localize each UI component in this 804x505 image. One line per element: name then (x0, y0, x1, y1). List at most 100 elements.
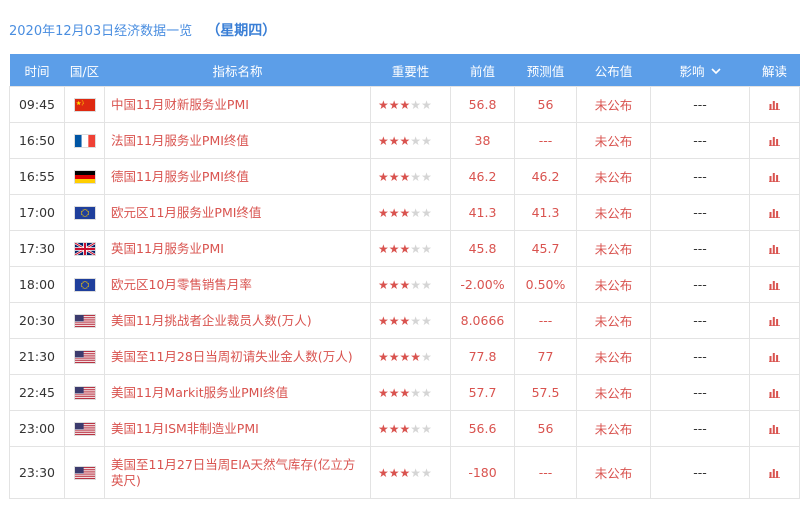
star-empty-icon: ★ (410, 205, 422, 220)
us-flag-icon (73, 466, 96, 481)
bar-chart-icon[interactable] (768, 386, 781, 401)
bar-chart-icon[interactable] (768, 170, 781, 185)
star-empty-icon: ★ (421, 241, 432, 256)
bar-chart-icon[interactable] (768, 278, 781, 293)
cell-influence: --- (650, 122, 750, 159)
cell-previous: -180 (450, 446, 515, 499)
star-empty-icon: ★ (410, 133, 422, 148)
star-filled-icon: ★ (388, 241, 400, 256)
cell-analysis[interactable] (749, 374, 800, 411)
cell-indicator-link[interactable]: 英国11月服务业PMI (104, 230, 371, 267)
cell-influence: --- (650, 86, 750, 123)
col-header-previous: 前值 (450, 54, 515, 87)
cell-forecast: 56 (514, 86, 577, 123)
cell-indicator-link[interactable]: 美国至11月28日当周初请失业金人数(万人) (104, 338, 371, 375)
de-flag-icon (73, 170, 96, 185)
cell-analysis[interactable] (749, 446, 800, 499)
bar-chart-icon[interactable] (768, 350, 781, 365)
cell-time: 09:45 (9, 86, 65, 123)
us-flag-icon (73, 350, 96, 365)
cell-analysis[interactable] (749, 194, 800, 231)
cell-forecast: 0.50% (514, 266, 577, 303)
star-filled-icon: ★ (399, 421, 411, 436)
bar-chart-icon[interactable] (768, 98, 781, 113)
bar-chart-icon[interactable] (768, 314, 781, 329)
cell-time: 20:30 (9, 302, 65, 339)
cell-importance-stars: ★★★★★ (370, 302, 451, 339)
star-empty-icon: ★ (421, 421, 432, 436)
star-filled-icon: ★ (378, 97, 389, 112)
star-filled-icon: ★ (378, 313, 389, 328)
chevron-down-icon[interactable] (710, 67, 721, 78)
cell-forecast: --- (514, 122, 577, 159)
star-empty-icon: ★ (421, 465, 432, 480)
cell-analysis[interactable] (749, 122, 800, 159)
cell-indicator-link[interactable]: 美国11月Markit服务业PMI终值 (104, 374, 371, 411)
star-filled-icon: ★ (388, 133, 400, 148)
eu-flag-icon (73, 278, 96, 293)
cell-analysis[interactable] (749, 158, 800, 195)
cell-time: 22:45 (9, 374, 65, 411)
cell-influence: --- (650, 338, 750, 375)
star-empty-icon: ★ (421, 169, 432, 184)
cell-analysis[interactable] (749, 230, 800, 267)
cell-indicator-link[interactable]: 美国至11月27日当周EIA天然气库存(亿立方英尺) (104, 446, 371, 499)
cell-indicator-link[interactable]: 欧元区11月服务业PMI终值 (104, 194, 371, 231)
cell-influence: --- (650, 374, 750, 411)
cell-analysis[interactable] (749, 410, 800, 447)
table-row: 20:30 美国11月挑战者企业裁员人数(万人) ★★★★★ 8.0666 --- 未公布… (9, 302, 800, 339)
bar-chart-icon[interactable] (768, 466, 781, 481)
cell-indicator-link[interactable]: 美国11月ISM非制造业PMI (104, 410, 371, 447)
cell-indicator-link[interactable]: 美国11月挑战者企业裁员人数(万人) (104, 302, 371, 339)
cell-forecast: 57.5 (514, 374, 577, 411)
cell-time: 18:00 (9, 266, 65, 303)
table-row: 16:55 德国11月服务业PMI终值 ★★★★★ 46.2 46.2 未公布 --- (9, 158, 800, 195)
star-filled-icon: ★ (388, 349, 400, 364)
star-empty-icon: ★ (410, 277, 422, 292)
table-row: 23:30 美国至11月27日当周EIA天然气库存(亿立方英尺) ★★★★★ -180… (9, 446, 800, 499)
cell-region (64, 266, 105, 303)
bar-chart-icon[interactable] (768, 206, 781, 221)
table-body: 09:45 中国11月财新服务业PMI ★★★★★ 56.8 56 未公布 --- 16:50… (9, 86, 800, 499)
cell-analysis[interactable] (749, 302, 800, 339)
cell-region (64, 230, 105, 267)
cell-region (64, 446, 105, 499)
star-filled-icon: ★ (399, 205, 411, 220)
star-filled-icon: ★ (388, 205, 400, 220)
cell-time: 16:55 (9, 158, 65, 195)
cell-influence: --- (650, 446, 750, 499)
cell-previous: 8.0666 (450, 302, 515, 339)
calendar-weekday: （星期四） (206, 23, 277, 39)
star-filled-icon: ★ (378, 277, 389, 292)
cell-indicator-link[interactable]: 欧元区10月零售销售月率 (104, 266, 371, 303)
bar-chart-icon[interactable] (768, 134, 781, 149)
star-filled-icon: ★ (388, 385, 400, 400)
table-row: 09:45 中国11月财新服务业PMI ★★★★★ 56.8 56 未公布 --- (9, 86, 800, 123)
table-row: 21:30 美国至11月28日当周初请失业金人数(万人) ★★★★★ 77.8 77 未公… (9, 338, 800, 375)
cell-actual: 未公布 (576, 266, 651, 303)
star-filled-icon: ★ (399, 97, 411, 112)
cell-forecast: 46.2 (514, 158, 577, 195)
star-filled-icon: ★ (399, 313, 411, 328)
bar-chart-icon[interactable] (768, 242, 781, 257)
table-header-row: 时间 国/区 指标名称 重要性 前值 预测值 公布值 影响 解读 (9, 54, 800, 87)
cell-indicator-link[interactable]: 德国11月服务业PMI终值 (104, 158, 371, 195)
bar-chart-icon[interactable] (768, 422, 781, 437)
cell-importance-stars: ★★★★★ (370, 446, 451, 499)
cell-analysis[interactable] (749, 338, 800, 375)
cell-region (64, 374, 105, 411)
star-filled-icon: ★ (399, 133, 411, 148)
fr-flag-icon (73, 134, 96, 149)
col-header-influence[interactable]: 影响 (650, 54, 750, 87)
cell-analysis[interactable] (749, 266, 800, 303)
cell-forecast: 77 (514, 338, 577, 375)
table-row: 18:00 欧元区10月零售销售月率 ★★★★★ -2.00% 0.50% 未公布 --- (9, 266, 800, 303)
economic-data-table: 时间 国/区 指标名称 重要性 前值 预测值 公布值 影响 解读 09:45 中国… (9, 54, 800, 499)
cell-indicator-link[interactable]: 中国11月财新服务业PMI (104, 86, 371, 123)
table-row: 17:30 英国11月服务业PMI ★★★★★ 45.8 45.7 未公布 --- (9, 230, 800, 267)
cell-importance-stars: ★★★★★ (370, 230, 451, 267)
cell-analysis[interactable] (749, 86, 800, 123)
cell-actual: 未公布 (576, 302, 651, 339)
cell-importance-stars: ★★★★★ (370, 266, 451, 303)
cell-indicator-link[interactable]: 法国11月服务业PMI终值 (104, 122, 371, 159)
